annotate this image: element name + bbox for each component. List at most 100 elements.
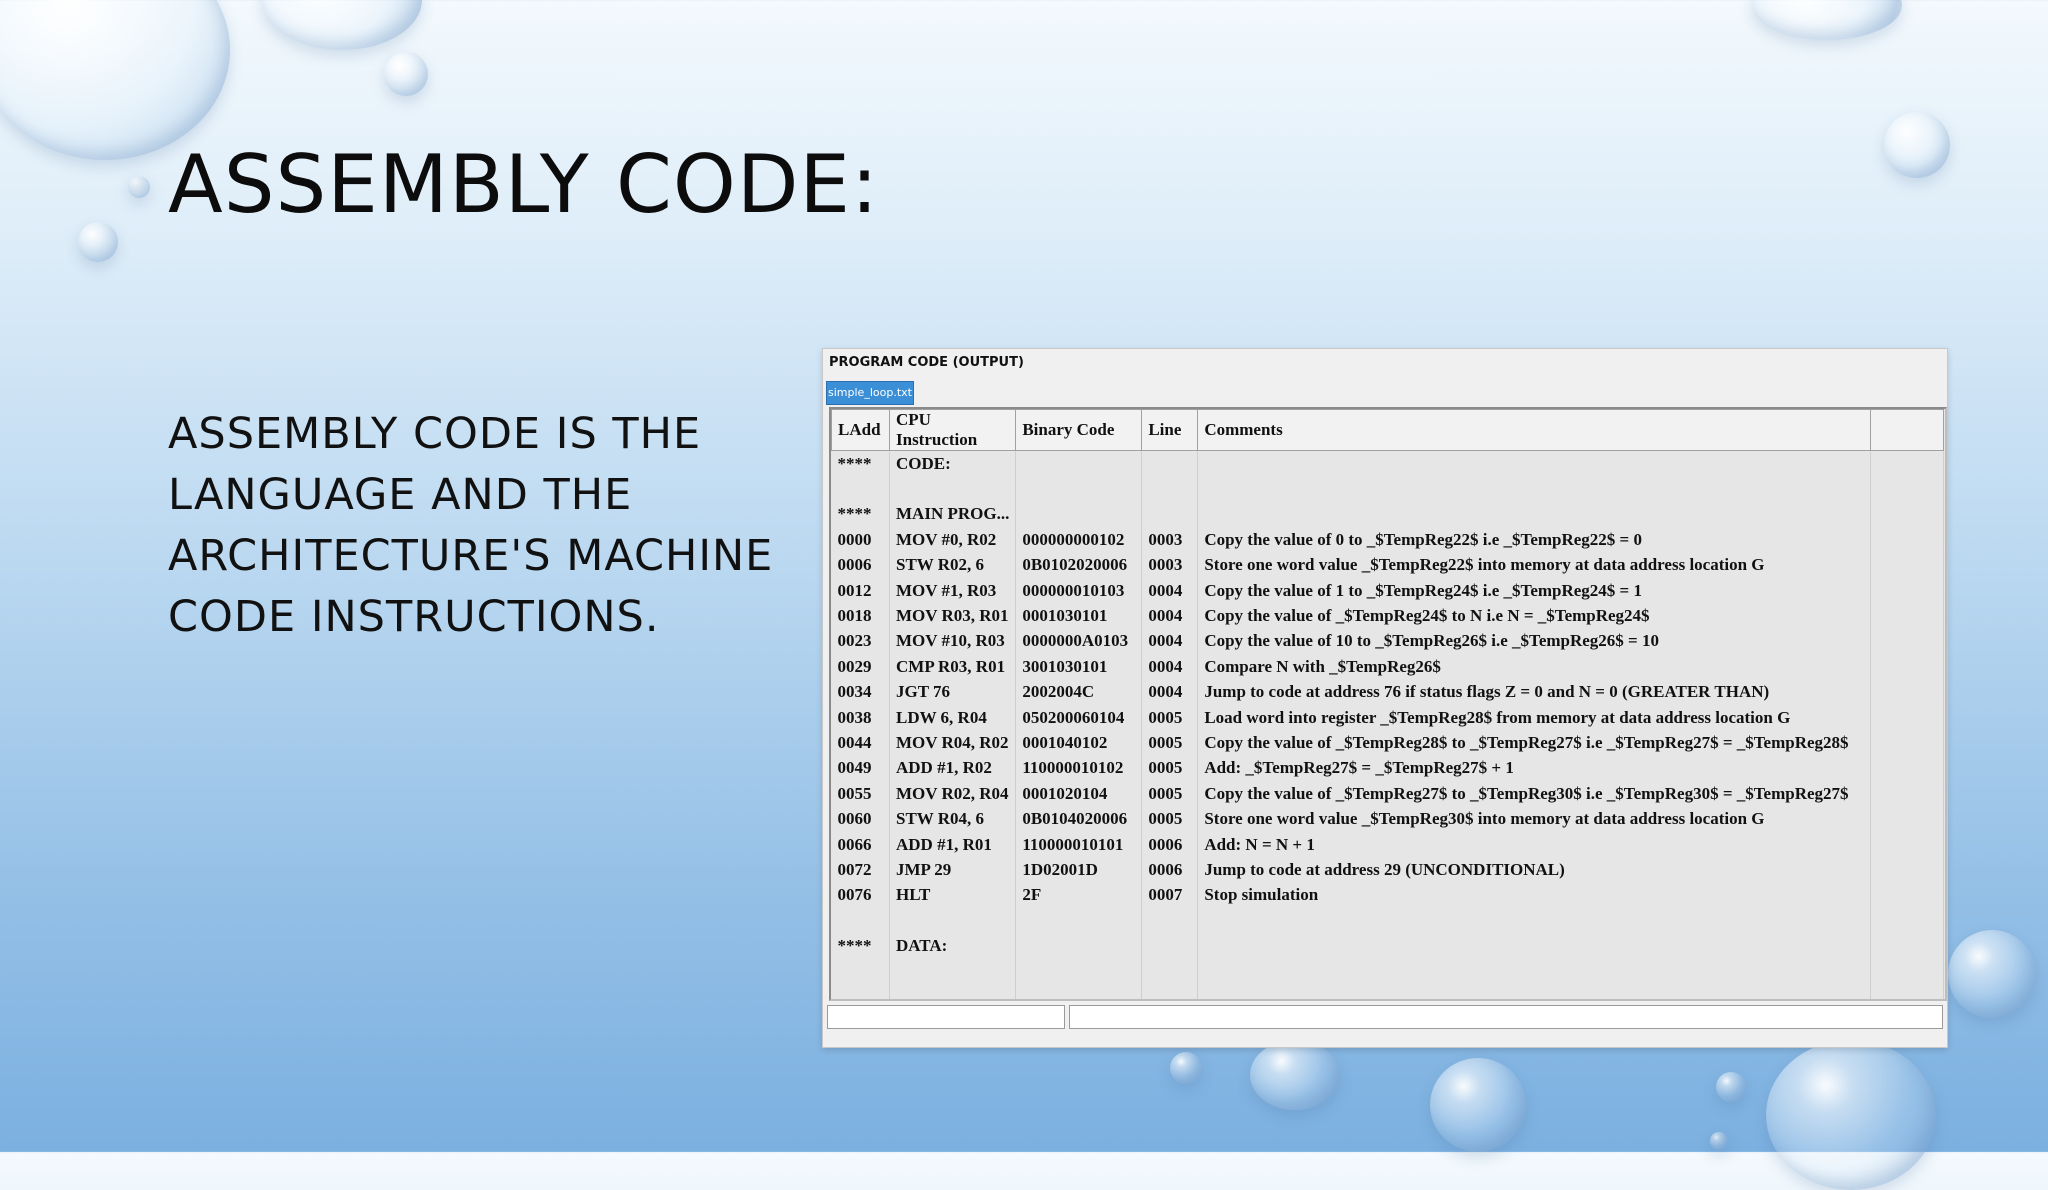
table-row[interactable]: 0029 CMP R03, R01 3001030101 0004 Compare N … [831,654,1945,680]
table-row[interactable]: 0018 MOV R03, R01 0001030101 0004 Copy the v… [831,603,1945,629]
table-cell: 0006 [1141,857,1199,883]
column-header-comments[interactable]: Comments [1197,409,1872,451]
table-cell: JMP 29 [889,857,1017,883]
table-cell [1141,933,1199,959]
table-row[interactable]: **** CODE: [831,450,1945,477]
table-cell [831,476,890,502]
table-cell: 000000000102 [1015,527,1143,553]
table-row[interactable]: 0044 MOV R04, R02 0001040102 0005 Copy the v… [831,730,1945,756]
table-row[interactable]: 0000 MOV #0, R02 000000000102 0003 Copy the … [831,527,1945,553]
table-row[interactable]: 0072 JMP 29 1D02001D 0006 Jump to code at ad… [831,857,1945,883]
table-cell: 2002004C [1015,679,1143,705]
table-cell [1015,501,1143,528]
table-cell: 0044 [831,730,890,756]
status-field-left[interactable] [827,1005,1065,1029]
table-cell: 0001030101 [1015,603,1143,629]
table-row[interactable]: 0006 STW R02, 6 0B0102020006 0003 Store one … [831,552,1945,578]
table-cell: MOV R02, R04 [889,781,1017,807]
table-cell: 0006 [831,552,890,578]
table-cell: CMP R03, R01 [889,654,1017,680]
column-header-empty [1870,409,1945,451]
column-header-line[interactable]: Line [1141,409,1199,451]
table-cell [1197,476,1872,502]
table-row[interactable] [831,476,1945,502]
table-cell: Jump to code at address 29 (UNCONDITIONA… [1197,857,1872,883]
table-cell: ADD #1, R02 [889,755,1017,782]
table-cell: 0004 [1141,679,1199,705]
table-cell: Copy the value of 1 to _$TempReg24$ i.e … [1197,577,1872,604]
table-cell: MOV R03, R01 [889,603,1017,629]
water-droplet-decoration [0,0,230,160]
column-header-cpu-instruction[interactable]: CPU Instruction [888,409,1017,451]
table-cell-empty [1870,857,1945,883]
water-droplet-decoration [78,222,118,262]
table-row[interactable]: 0060 STW R04, 6 0B0104020006 0005 Store one … [831,806,1945,832]
table-cell: 0004 [1141,577,1199,604]
table-cell: MOV #10, R03 [889,628,1017,655]
table-cell: 1D02001D [1015,857,1143,883]
table-cell: 0060 [831,806,890,832]
table-cell: 0023 [831,628,890,655]
table-row[interactable] [831,908,1945,934]
table-row[interactable]: 0049 ADD #1, R02 110000010102 0005 Add: _$Te… [831,755,1945,782]
table-cell: HLT [889,882,1017,909]
table-row[interactable]: 0055 MOV R02, R04 0001020104 0005 Copy the v… [831,781,1945,807]
table-row[interactable]: **** DATA: [831,933,1945,959]
slide-body: ASSEMBLY CODE IS THE LANGUAGE AND THE AR… [168,404,788,648]
table-cell: 110000010102 [1015,755,1143,782]
table-cell [889,958,1017,985]
table-cell: 0001040102 [1015,730,1143,756]
table-cell-empty [1870,831,1945,858]
body-line: CODE INSTRUCTIONS. [168,592,660,642]
slide-title: ASSEMBLY CODE: [168,138,879,231]
table-row[interactable]: 0012 MOV #1, R03 000000010103 0004 Copy the … [831,577,1945,604]
table-cell: Stop simulation [1197,882,1872,909]
code-table-container[interactable]: LAdd CPU Instruction Binary Code Line Co… [829,407,1947,1001]
column-header-binary-code[interactable]: Binary Code [1015,409,1143,451]
table-row[interactable] [831,984,1945,999]
table-cell [1015,933,1143,959]
table-cell: MOV #0, R02 [889,527,1017,553]
table-row[interactable]: 0076 HLT 2F 0007 Stop simulation [831,882,1945,909]
table-cell: Jump to code at address 76 if status fla… [1197,679,1872,705]
column-header-ladd[interactable]: LAdd [831,409,890,451]
table-cell: Copy the value of 0 to _$TempReg22$ i.e … [1197,527,1872,553]
table-cell [831,984,890,999]
table-cell-empty [1870,603,1945,629]
table-cell [1141,476,1199,502]
table-cell: CODE: [889,450,1017,477]
table-cell: Compare N with _$TempReg26$ [1197,654,1872,680]
table-cell: 0B0104020006 [1015,806,1143,832]
table-cell [1015,450,1143,477]
table-cell [1197,958,1872,985]
table-cell: 0076 [831,882,890,909]
tab-simple-loop[interactable]: simple_loop.txt [826,381,914,405]
table-cell: 000000010103 [1015,577,1143,604]
table-row[interactable] [831,958,1945,985]
table-row[interactable]: 0066 ADD #1, R01 110000010101 0006 Add: N = … [831,831,1945,858]
water-droplet-decoration [1752,0,1902,40]
table-cell-empty [1870,882,1945,909]
table-cell: 0007 [1141,882,1199,909]
table-row[interactable]: 0023 MOV #10, R03 0000000A0103 0004 Copy the… [831,628,1945,655]
table-cell: Add: _$TempReg27$ = _$TempReg27$ + 1 [1197,755,1872,782]
table-cell: 0034 [831,679,890,705]
water-droplet-decoration [1710,1132,1728,1150]
table-cell: 0055 [831,781,890,807]
table-cell [889,908,1017,934]
table-cell [1141,908,1199,934]
water-droplet-decoration [1430,1058,1526,1152]
table-cell-empty [1870,755,1945,782]
water-droplet-decoration [384,52,428,96]
table-row[interactable]: **** MAIN PROG... [831,501,1945,528]
table-cell: Store one word value _$TempReg30$ into m… [1197,806,1872,832]
table-row[interactable]: 0038 LDW 6, R04 050200060104 0005 Load word … [831,704,1945,731]
table-row[interactable]: 0034 JGT 76 2002004C 0004 Jump to code at ad… [831,679,1945,705]
water-droplet-decoration [1170,1052,1202,1084]
table-cell [1197,501,1872,528]
status-field-right[interactable] [1069,1005,1943,1029]
table-cell: 0072 [831,857,890,883]
table-cell: 110000010101 [1015,831,1143,858]
table-cell: Copy the value of _$TempReg27$ to _$Temp… [1197,781,1872,807]
program-code-window: PROGRAM CODE (OUTPUT) simple_loop.txt LA… [822,348,1948,1048]
